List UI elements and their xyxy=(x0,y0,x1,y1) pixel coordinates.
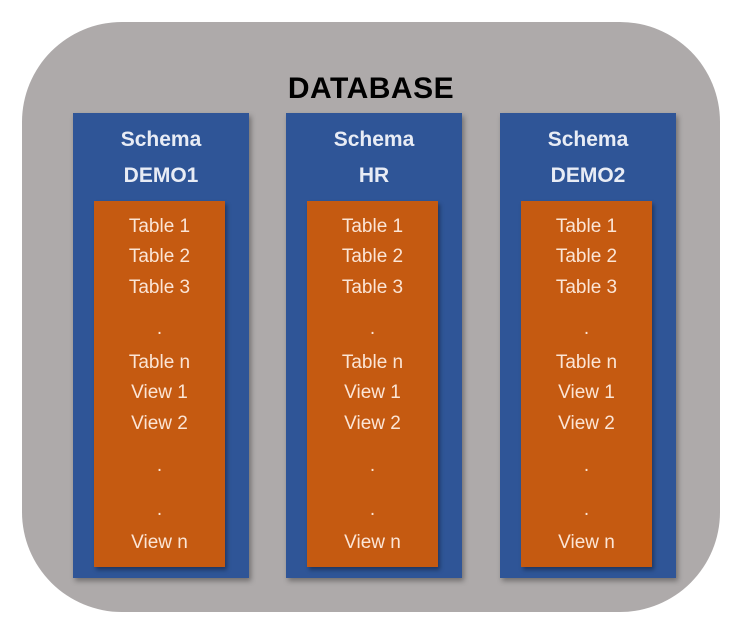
ellipsis-dot: . xyxy=(156,499,163,520)
schema-object-item: Table 3 xyxy=(341,277,404,298)
schema-name: HR xyxy=(358,164,390,187)
ellipsis-dot: . xyxy=(156,318,163,339)
schema-object-item: Table 3 xyxy=(555,277,618,298)
schema-object-item: View 2 xyxy=(131,413,188,434)
schema-object-item: Table 2 xyxy=(555,246,618,267)
schema-objects: Table 1 Table 2 Table 3. Table n View 1 View … xyxy=(307,201,438,567)
schema-header: Schema DEMO2 xyxy=(500,122,676,194)
schema-object-item: View 1 xyxy=(344,382,401,403)
schema-object-item: View 2 xyxy=(558,413,615,434)
schema-objects: Table 1 Table 2 Table 3. Table n View 1 View … xyxy=(521,201,652,567)
schema-object-item: View n xyxy=(131,532,188,553)
ellipsis-dot: . xyxy=(583,455,590,476)
ellipsis-dot: . xyxy=(583,318,590,339)
schema-header: Schema HR xyxy=(286,122,462,194)
schema-object-item: View n xyxy=(558,532,615,553)
schema-label: Schema xyxy=(333,128,415,151)
schema-object-item: Table 2 xyxy=(128,246,191,267)
schema-object-item: View 1 xyxy=(131,382,188,403)
schema-object-item: Table n xyxy=(128,352,191,373)
schema-object-item: Table n xyxy=(555,352,618,373)
schema-object-item: Table 1 xyxy=(341,216,404,237)
ellipsis-dot: . xyxy=(369,455,376,476)
schema-object-item: View n xyxy=(344,532,401,553)
schema-object-item: View 1 xyxy=(558,382,615,403)
schema-object-item: Table n xyxy=(341,352,404,373)
schema-hr: Schema HR Table 1 Table 2 Table 3. Table n V… xyxy=(286,113,462,578)
database-title: DATABASE xyxy=(287,72,455,105)
schema-header: Schema DEMO1 xyxy=(73,122,249,194)
ellipsis-dot: . xyxy=(583,499,590,520)
schema-object-item: Table 1 xyxy=(128,216,191,237)
schema-name: DEMO1 xyxy=(123,164,199,187)
schema-object-item: Table 1 xyxy=(555,216,618,237)
schema-object-item: Table 3 xyxy=(128,277,191,298)
ellipsis-dot: . xyxy=(369,318,376,339)
ellipsis-dot: . xyxy=(156,455,163,476)
schema-name: DEMO2 xyxy=(550,164,626,187)
schema-object-item: View 2 xyxy=(344,413,401,434)
schema-demo1: Schema DEMO1 Table 1 Table 2 Table 3. Table… xyxy=(73,113,249,578)
schema-label: Schema xyxy=(547,128,629,151)
schema-objects: Table 1 Table 2 Table 3. Table n View 1 View … xyxy=(94,201,225,567)
schema-label: Schema xyxy=(120,128,202,151)
schema-object-item: Table 2 xyxy=(341,246,404,267)
ellipsis-dot: . xyxy=(369,499,376,520)
schema-demo2: Schema DEMO2 Table 1 Table 2 Table 3. Table… xyxy=(500,113,676,578)
